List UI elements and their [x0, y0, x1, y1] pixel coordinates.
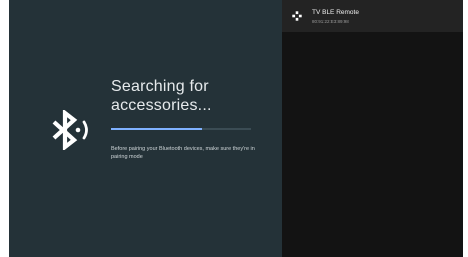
page-title: Searching for accessories...: [111, 78, 212, 114]
device-list: TV BLE Remote 80:91:22:E3:89:98: [282, 0, 463, 257]
bluetooth-searching-icon: [52, 110, 88, 150]
pairing-panel: Searching for accessories... Before pair…: [9, 0, 282, 257]
tv-screen: Searching for accessories... Before pair…: [9, 0, 463, 257]
device-item-tv-ble-remote[interactable]: TV BLE Remote 80:91:22:E3:89:98: [282, 0, 463, 32]
search-progress-fill: [111, 128, 202, 130]
pairing-instructions: Before pairing your Bluetooth devices, m…: [111, 146, 255, 160]
search-progress-bar: [111, 128, 251, 130]
device-address: 80:91:22:E3:89:98: [312, 19, 349, 24]
gamepad-icon: [292, 11, 302, 21]
device-name: TV BLE Remote: [312, 9, 359, 16]
